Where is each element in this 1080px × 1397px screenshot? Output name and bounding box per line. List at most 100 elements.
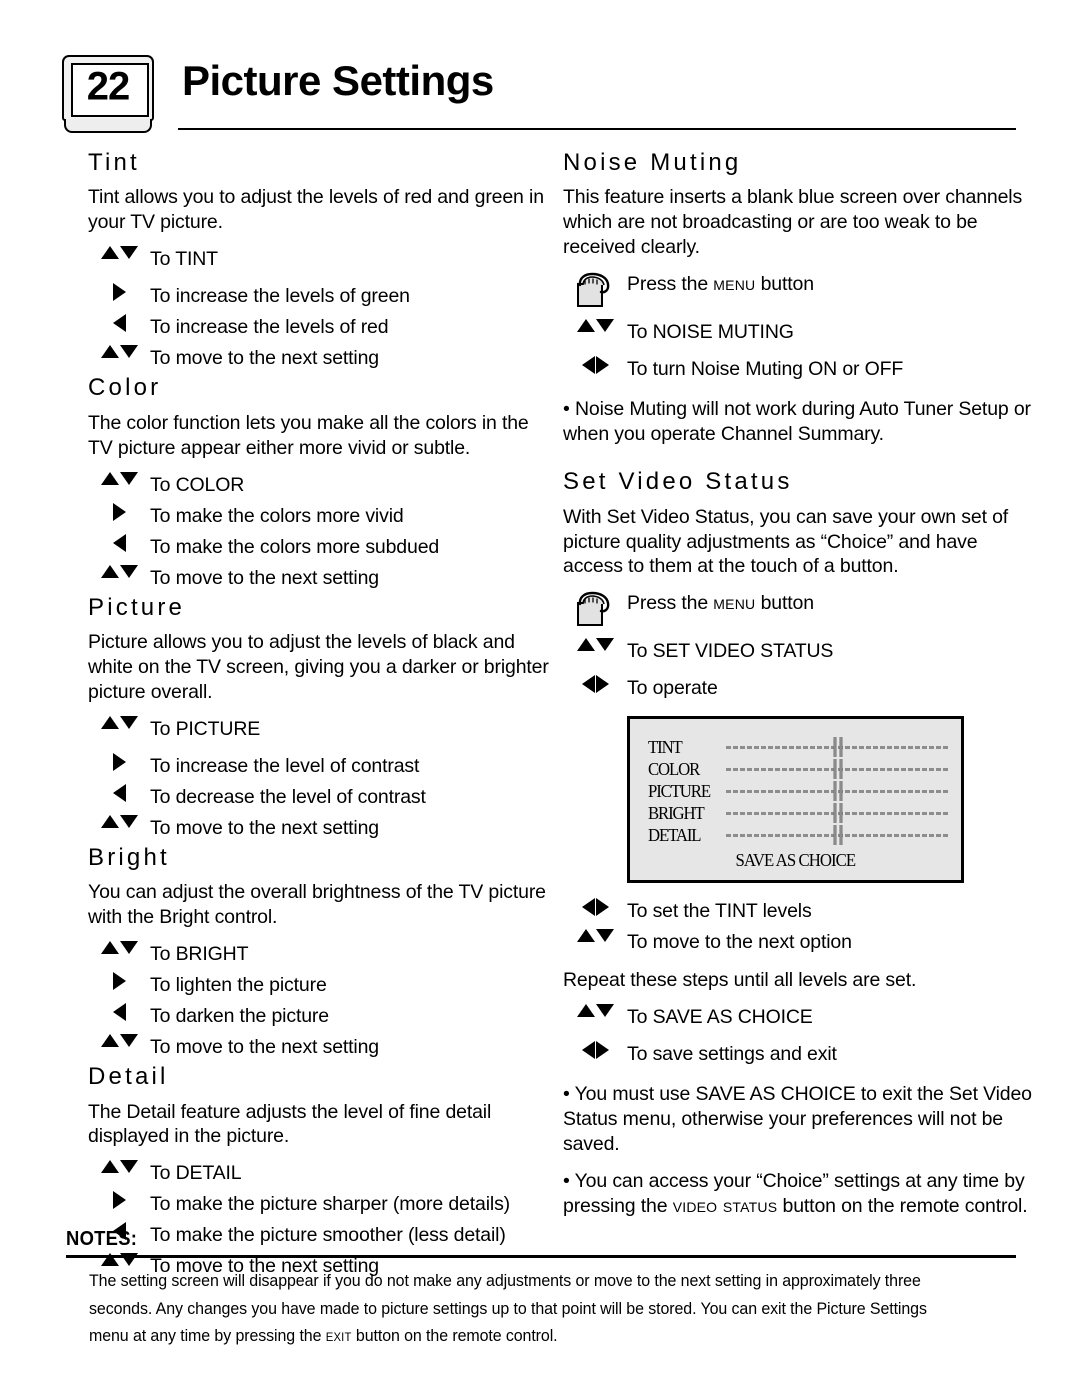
notes-divider xyxy=(66,1255,1016,1258)
osd-slider-color[interactable] xyxy=(726,758,950,780)
left-arrow-icon xyxy=(88,313,150,333)
step-label: To turn Noise Muting ON or OFF xyxy=(627,358,904,381)
up-down-arrows-icon xyxy=(88,814,150,828)
steps-after-osd: To set the TINT levels To move to the ne… xyxy=(563,897,1033,956)
section-title-noise-muting: Noise Muting xyxy=(563,149,742,176)
step-row: Press the Menu button xyxy=(563,270,1033,309)
notes-title: NOTES: xyxy=(66,1228,138,1250)
notes-body: The setting screen will disappear if you… xyxy=(89,1267,940,1350)
osd-row-detail: DETAIL xyxy=(648,824,950,846)
step-label: To NOISE MUTING xyxy=(627,321,794,344)
steps-tint: To TINT To increase the levels of green … xyxy=(88,245,558,372)
osd-thumb[interactable] xyxy=(833,781,843,802)
osd-slider-list: TINT COLOR PICTURE BRIGHT DETAIL xyxy=(648,736,950,846)
step-row: To operate xyxy=(563,674,1033,702)
osd-save-as-choice-item[interactable]: SAVE AS CHOICE xyxy=(630,850,961,871)
step-row: To NOISE MUTING xyxy=(563,318,1033,346)
section-body-set-video-status: With Set Video Status, you can save your… xyxy=(563,505,1009,578)
osd-label: BRIGHT xyxy=(648,802,705,823)
osd-slider-detail[interactable] xyxy=(726,824,950,846)
step-row: To move to the next setting xyxy=(88,344,558,372)
section-body-tint: Tint allows you to adjust the levels of … xyxy=(88,186,544,234)
step-row: To PICTURE xyxy=(88,715,558,743)
right-arrow-icon xyxy=(88,1190,150,1210)
up-down-arrows-icon xyxy=(88,940,150,955)
title-divider xyxy=(178,128,1016,130)
step-label: To TINT xyxy=(150,248,218,271)
notes-body-suffix: button on the remote control. xyxy=(351,1326,558,1346)
up-down-arrows-icon xyxy=(88,564,150,578)
osd-row-tint: TINT xyxy=(648,736,950,758)
exit-button-name: Exit xyxy=(325,1326,352,1346)
step-label: To increase the level of contrast xyxy=(150,754,420,777)
step-row: To DETAIL xyxy=(88,1159,558,1187)
osd-thumb[interactable] xyxy=(833,803,843,824)
step-label: To darken the picture xyxy=(150,1005,329,1028)
steps-picture: To PICTURE To increase the level of cont… xyxy=(88,715,558,842)
noise-muting-note: • Noise Muting will not work during Auto… xyxy=(563,398,1031,446)
repeat-instruction-text: Repeat these steps until all levels are … xyxy=(563,969,917,992)
step-row: To COLOR xyxy=(88,471,558,499)
step-label: To move to the next option xyxy=(627,931,852,954)
menu-button-name: Menu xyxy=(713,592,756,615)
step-label-prefix: Press the xyxy=(627,592,714,615)
osd-label: DETAIL xyxy=(648,824,702,845)
set-video-status-note-2: • You can access your “Choice” settings … xyxy=(563,1169,1033,1219)
section-body-noise-muting: This feature inserts a blank blue screen… xyxy=(563,186,1023,259)
step-row: To make the picture sharper (more detail… xyxy=(88,1190,558,1218)
step-row: To increase the levels of red xyxy=(88,313,558,341)
step-row: To move to the next option xyxy=(563,928,1033,956)
step-label: To SAVE AS CHOICE xyxy=(627,1006,813,1029)
step-label: To make the colors more subdued xyxy=(150,535,440,558)
steps-noise-muting: Press the Menu button To NOISE MUTING To… xyxy=(563,270,1033,383)
tv-base-shape xyxy=(64,119,152,133)
step-row: To save settings and exit xyxy=(563,1040,1033,1068)
osd-row-bright: BRIGHT xyxy=(648,802,950,824)
step-label: To PICTURE xyxy=(150,717,261,740)
note-suffix: button on the remote control. xyxy=(777,1195,1028,1218)
osd-slider-picture[interactable] xyxy=(726,780,950,802)
up-down-arrows-icon xyxy=(88,245,150,260)
step-row: To SAVE AS CHOICE xyxy=(563,1003,1033,1031)
up-down-arrows-icon xyxy=(88,715,150,729)
osd-label: PICTURE xyxy=(648,780,711,801)
step-label: To SET VIDEO STATUS xyxy=(627,640,834,663)
osd-row-color: COLOR xyxy=(648,758,950,780)
step-label: To increase the levels of green xyxy=(150,285,410,308)
step-row: To BRIGHT xyxy=(88,940,558,968)
video-status-button-name: Video Status xyxy=(672,1195,778,1218)
section-title-bright: Bright xyxy=(88,843,170,871)
step-row: To make the colors more vivid xyxy=(88,502,558,530)
step-label: To BRIGHT xyxy=(150,943,249,966)
osd-menu-illustration: TINT COLOR PICTURE BRIGHT DETAIL SAVE AS… xyxy=(627,716,964,884)
osd-slider-tint[interactable] xyxy=(726,736,950,758)
steps-color: To COLOR To make the colors more vivid T… xyxy=(88,471,558,592)
step-label: To make the colors more vivid xyxy=(150,504,404,527)
up-down-arrows-icon xyxy=(563,928,627,943)
menu-button-name: Menu xyxy=(713,273,756,296)
osd-slider-bright[interactable] xyxy=(726,802,950,824)
step-row: Press the Menu button xyxy=(563,589,1033,628)
osd-thumb[interactable] xyxy=(833,825,843,846)
step-row: To darken the picture xyxy=(88,1002,558,1030)
page-title: Picture Settings xyxy=(182,57,494,104)
left-right-arrows-icon xyxy=(563,897,627,917)
osd-label: TINT xyxy=(648,736,683,757)
step-row: To decrease the level of contrast xyxy=(88,783,558,811)
step-row: To turn Noise Muting ON or OFF xyxy=(563,355,1033,383)
left-right-arrows-icon xyxy=(563,674,627,694)
up-down-arrows-icon xyxy=(88,471,150,485)
left-right-arrows-icon xyxy=(563,1040,627,1060)
step-label: To decrease the level of contrast xyxy=(150,785,426,808)
osd-row-picture: PICTURE xyxy=(648,780,950,802)
step-row: To increase the levels of green xyxy=(88,282,558,310)
osd-thumb[interactable] xyxy=(833,737,843,758)
step-label: To move to the next setting xyxy=(150,816,379,839)
right-arrow-icon xyxy=(88,971,150,991)
left-arrow-icon xyxy=(88,1002,150,1022)
step-row: To TINT xyxy=(88,245,558,273)
steps-set-video-status: Press the Menu button To SET VIDEO STATU… xyxy=(563,589,1033,702)
tv-body-shape: 22 xyxy=(62,55,154,121)
osd-thumb[interactable] xyxy=(833,759,843,780)
right-column: Noise Muting This feature inserts a blan… xyxy=(563,149,1033,1229)
